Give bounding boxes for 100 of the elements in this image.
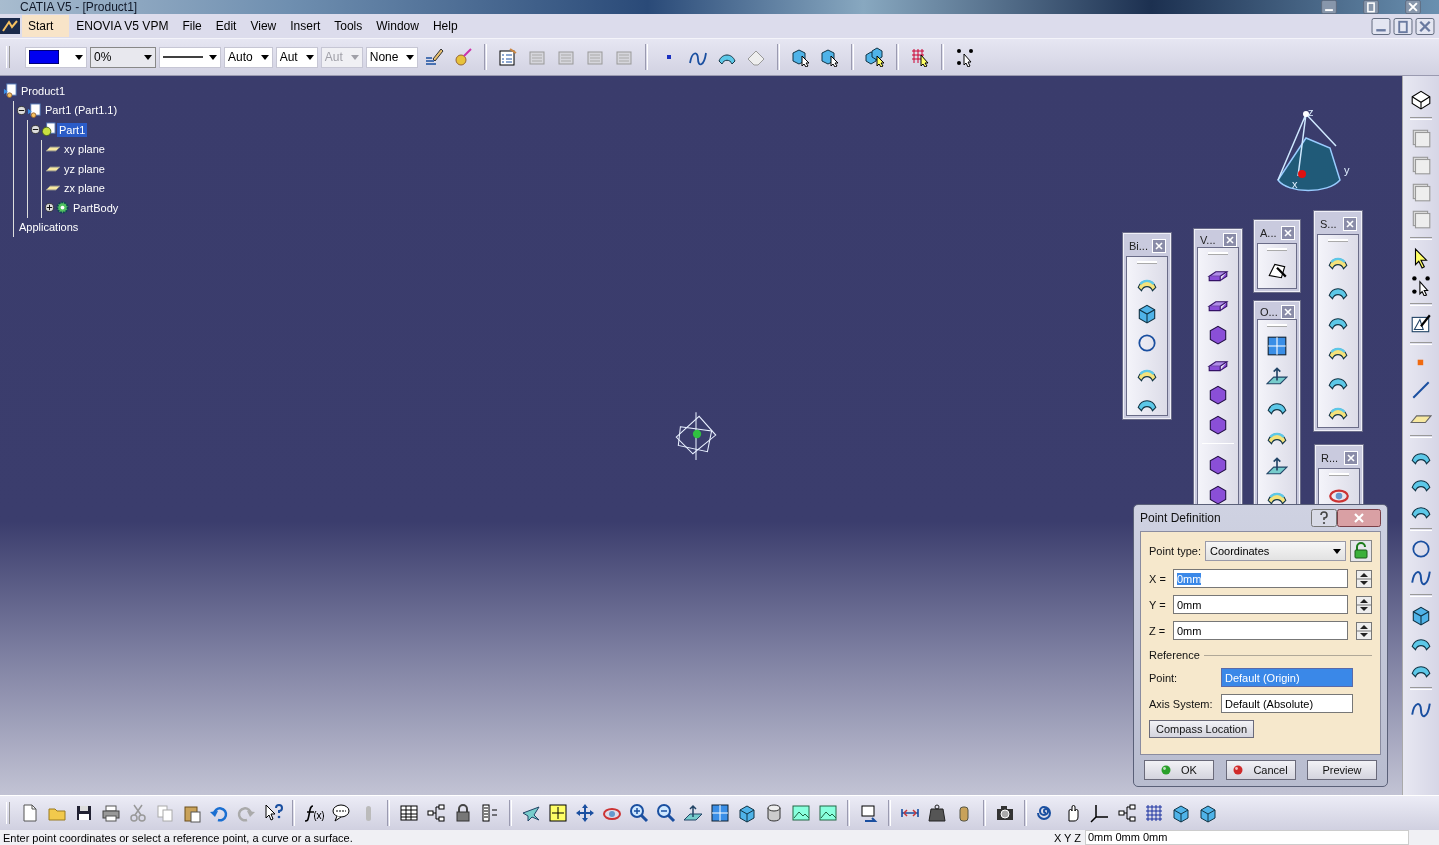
hierarchy-icon[interactable] — [1117, 803, 1137, 823]
circle-icon[interactable] — [1410, 538, 1432, 560]
plane-arrow-icon[interactable] — [1266, 455, 1288, 477]
dropdown[interactable] — [159, 46, 221, 68]
cylinder-icon[interactable] — [764, 803, 784, 823]
dots-cursor-icon[interactable] — [955, 47, 976, 67]
cube-icon[interactable] — [1410, 604, 1432, 626]
dropdown[interactable]: Auto — [224, 46, 273, 68]
field-label: Axis System: — [1149, 697, 1214, 710]
cube-cursor-icon[interactable] — [820, 47, 841, 67]
cube-icon[interactable] — [1136, 302, 1158, 324]
minus-icon[interactable] — [31, 125, 40, 135]
sketch-icon[interactable] — [1410, 313, 1432, 335]
brush-icon[interactable] — [424, 47, 445, 67]
printer-icon[interactable] — [101, 803, 121, 823]
coordinate-field[interactable]: 0mm — [1173, 621, 1348, 640]
help-cursor-icon[interactable] — [263, 803, 283, 823]
tree-item[interactable]: Product1 — [19, 83, 68, 98]
zoom-in-icon[interactable] — [629, 803, 649, 823]
help-icon[interactable] — [1311, 509, 1337, 527]
cube-icon[interactable] — [1198, 803, 1218, 823]
airplane-icon[interactable] — [521, 803, 541, 823]
cube-icon[interactable] — [737, 803, 757, 823]
speech-bubble-icon[interactable] — [331, 803, 351, 823]
lock-icon[interactable] — [453, 803, 473, 823]
zoom-out-icon[interactable] — [656, 803, 676, 823]
ok-button[interactable]: OK — [1144, 760, 1214, 780]
plane-arrow-icon[interactable] — [1266, 365, 1288, 387]
tree-item[interactable]: Part1 — [57, 122, 88, 137]
sphere-wand-icon[interactable] — [453, 47, 474, 67]
tree-item[interactable]: yz plane — [62, 161, 107, 176]
menu-item[interactable]: Window — [369, 15, 426, 37]
coordinate-field[interactable]: 0mm — [1173, 595, 1348, 614]
cancel-button[interactable]: Cancel — [1225, 760, 1296, 780]
preview-button[interactable]: Preview — [1307, 760, 1377, 780]
weight-icon[interactable] — [927, 803, 947, 823]
table-icon[interactable] — [399, 803, 419, 823]
list-icon[interactable] — [480, 803, 500, 823]
dropdown[interactable]: None — [365, 46, 419, 68]
solid-icon[interactable] — [1207, 413, 1229, 435]
swap-icon[interactable] — [859, 803, 879, 823]
circle-icon[interactable] — [1136, 332, 1158, 354]
dropdown[interactable]: Aut — [275, 46, 318, 68]
close-icon[interactable] — [1415, 17, 1435, 35]
tree-item[interactable]: xy plane — [62, 142, 107, 157]
tree-item[interactable]: Part1 (Part1.1) — [43, 103, 120, 118]
lock-icon[interactable] — [1350, 540, 1372, 562]
solid-icon[interactable] — [1207, 453, 1229, 475]
tree-item[interactable]: PartBody — [71, 200, 121, 215]
menu-item[interactable]: Edit — [208, 15, 244, 37]
tree-item[interactable]: zx plane — [62, 181, 107, 196]
grid-cursor-icon[interactable] — [910, 47, 931, 67]
axis-icon[interactable] — [1090, 803, 1110, 823]
form-icon[interactable] — [498, 47, 519, 67]
menu-item[interactable]: ENOVIA V5 VPM — [69, 15, 176, 37]
reference-field[interactable]: Default (Absolute) — [1221, 694, 1353, 713]
compass-drawing[interactable] — [1277, 111, 1341, 192]
tree-item[interactable]: Applications — [17, 220, 81, 235]
dropdown[interactable]: 0% — [90, 46, 156, 68]
line-icon[interactable] — [1410, 379, 1432, 401]
reference-field[interactable]: Default (Origin) — [1221, 668, 1353, 687]
hierarchy-icon[interactable] — [426, 803, 446, 823]
camera-icon[interactable] — [995, 803, 1015, 823]
multi-view-icon[interactable] — [1266, 335, 1288, 357]
spinner-icon[interactable] — [1356, 621, 1372, 640]
dots-cursor-icon[interactable] — [1410, 274, 1432, 296]
solid-icon[interactable] — [1207, 383, 1229, 405]
menu-item[interactable]: Start — [22, 15, 70, 37]
plane-arrow-icon[interactable] — [683, 803, 703, 823]
save-icon[interactable] — [74, 803, 94, 823]
fit-all-icon[interactable] — [548, 803, 568, 823]
multi-view-icon[interactable] — [710, 803, 730, 823]
clipboard-icon[interactable] — [182, 803, 202, 823]
spinner-icon[interactable] — [1356, 595, 1372, 614]
document-icon[interactable] — [20, 803, 40, 823]
restore-icon[interactable] — [1393, 17, 1413, 35]
menu-item[interactable]: View — [243, 15, 284, 37]
cube-icon[interactable] — [1171, 803, 1191, 823]
compass-location-button[interactable]: Compass Location — [1149, 720, 1255, 738]
solid-icon[interactable] — [1207, 323, 1229, 345]
function-icon[interactable] — [304, 803, 324, 823]
menu-item[interactable]: File — [175, 15, 209, 37]
minus-icon[interactable] — [17, 105, 26, 115]
picture-icon[interactable] — [818, 803, 838, 823]
plus-icon[interactable] — [45, 203, 54, 213]
close-icon[interactable] — [1337, 509, 1381, 527]
menu-item[interactable]: Tools — [327, 15, 370, 37]
spinner-icon[interactable] — [1356, 569, 1372, 588]
minimize-icon[interactable] — [1371, 17, 1391, 35]
pan-icon[interactable] — [575, 803, 595, 823]
cubes-cursor-icon[interactable] — [865, 47, 886, 67]
dropdown[interactable] — [25, 46, 87, 68]
cube-cursor-icon[interactable] — [791, 47, 812, 67]
menu-item[interactable]: Help — [425, 15, 465, 37]
menu-item[interactable]: Insert — [283, 15, 328, 37]
app-logo-icon[interactable] — [0, 18, 20, 34]
picture-icon[interactable] — [791, 803, 811, 823]
grid-icon[interactable] — [1144, 803, 1164, 823]
point-type-dropdown[interactable]: Coordinates — [1205, 541, 1346, 561]
coordinate-field[interactable]: 0mm — [1173, 569, 1348, 588]
